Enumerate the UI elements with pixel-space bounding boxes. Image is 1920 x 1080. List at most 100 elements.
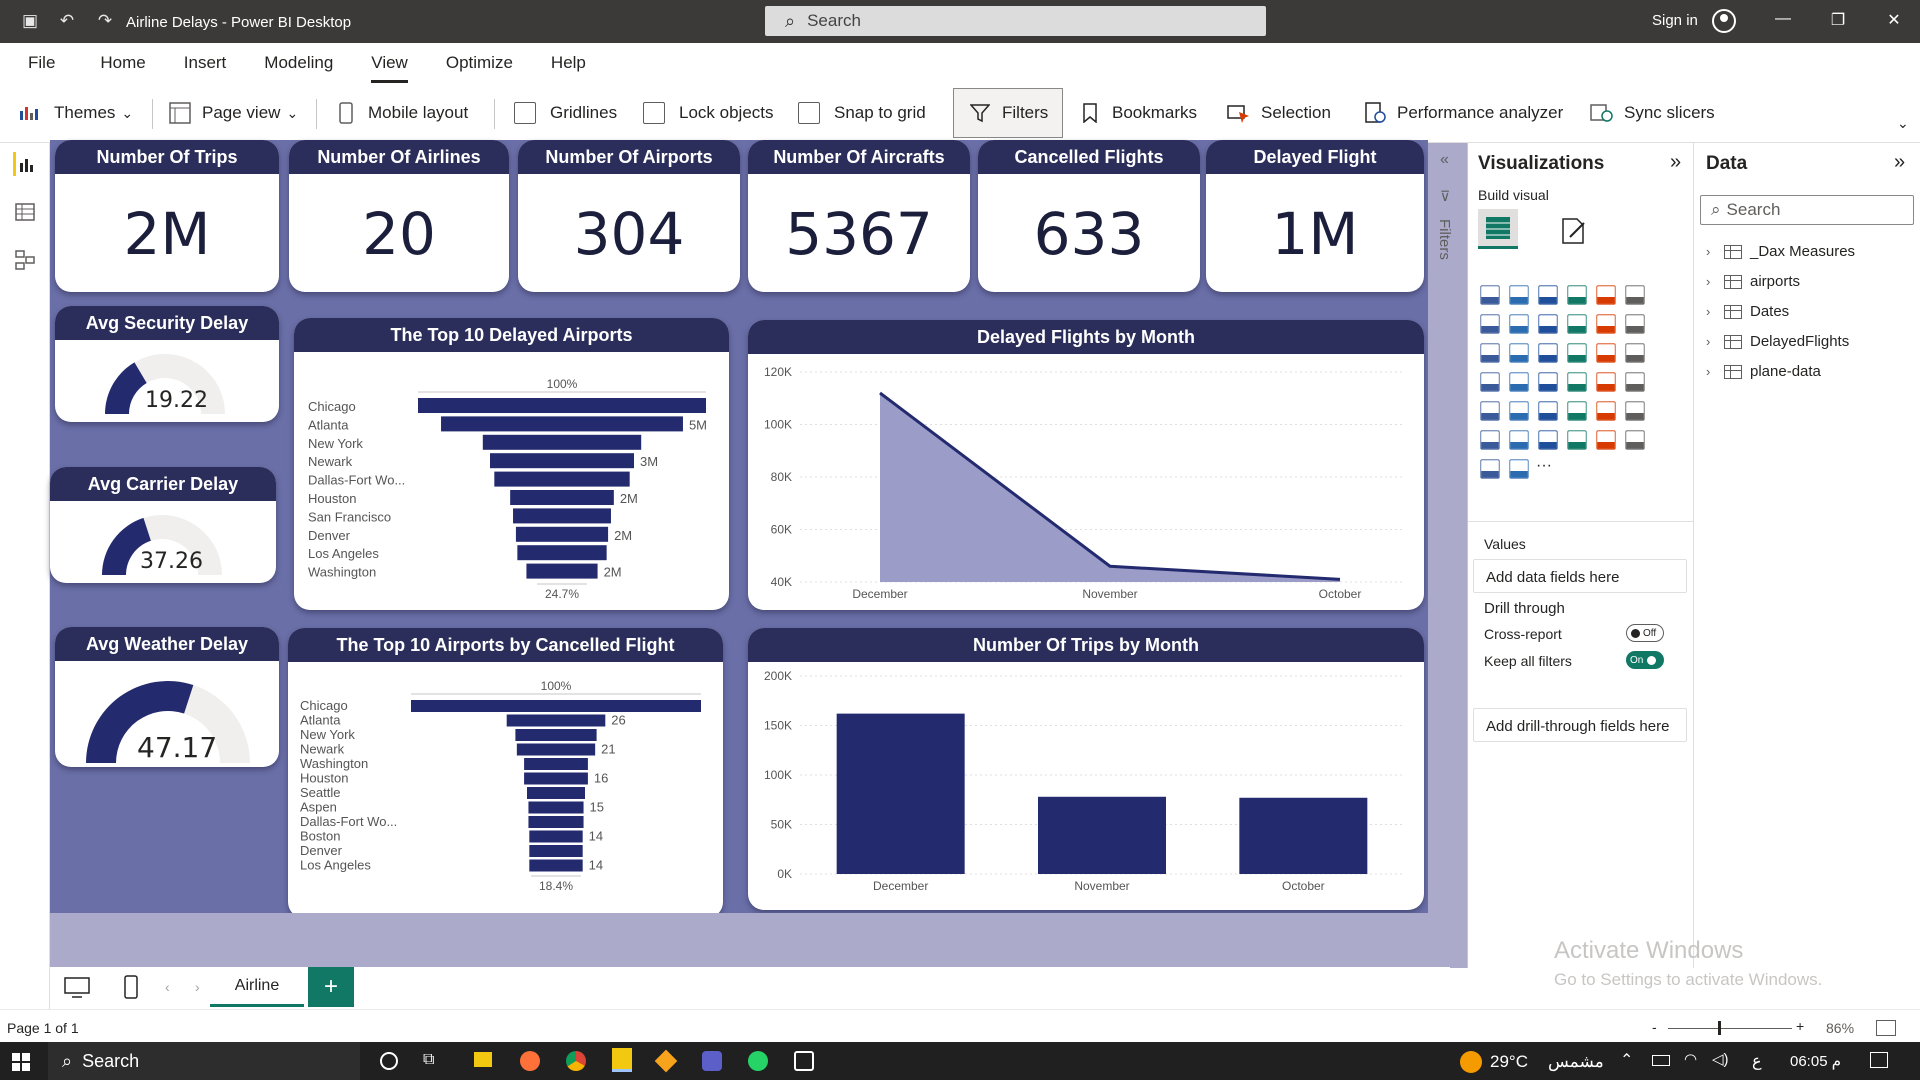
column-bar[interactable] (1038, 796, 1166, 874)
column-bar[interactable] (1239, 797, 1368, 874)
more-icon[interactable]: ··· (1536, 457, 1560, 481)
qa-icon[interactable] (1509, 430, 1529, 450)
input-language[interactable]: ع (1752, 1051, 1762, 1071)
funnel-bar[interactable] (524, 772, 588, 785)
cross-report-toggle[interactable]: Off (1626, 624, 1664, 642)
drill-through-dropzone[interactable]: Add drill-through fields here (1473, 708, 1687, 742)
kpi-card-delayed[interactable]: Delayed Flight 1M (1206, 140, 1424, 292)
battery-icon[interactable] (1652, 1055, 1670, 1066)
zoom-in-icon[interactable]: + (1796, 1018, 1804, 1034)
funnel-bar[interactable] (418, 398, 706, 413)
funnel-bar[interactable] (482, 434, 642, 450)
account-icon[interactable] (1712, 9, 1736, 33)
performance-analyzer-button[interactable]: Performance analyzer (1363, 97, 1563, 129)
stacked-column-icon[interactable] (1509, 285, 1529, 305)
stacked-area-icon[interactable] (1538, 314, 1558, 334)
desktop-layout-icon[interactable] (64, 977, 90, 1004)
funnel-bar[interactable] (517, 545, 607, 561)
zoom-thumb[interactable] (1718, 1021, 1721, 1035)
zoom-out-icon[interactable]: - (1652, 1019, 1657, 1035)
power-apps-icon[interactable] (1625, 430, 1645, 450)
zoom-slider[interactable] (1668, 1028, 1792, 1029)
prev-page-icon[interactable]: ‹ (165, 979, 170, 995)
scatter-icon[interactable] (1509, 343, 1529, 363)
close-button[interactable]: ✕ (1871, 10, 1917, 34)
file-explorer-icon[interactable] (474, 1052, 492, 1067)
table-item[interactable]: › DelayedFlights (1706, 333, 1849, 350)
table-item[interactable]: › airports (1706, 273, 1800, 290)
treemap-icon[interactable] (1596, 343, 1616, 363)
gauge-card-weather[interactable]: Avg Weather Delay 47.17 (55, 627, 279, 767)
funnel-bar[interactable] (515, 729, 597, 741)
menu-optimize[interactable]: Optimize (446, 53, 513, 73)
python-visual-icon[interactable] (1596, 401, 1616, 421)
menu-file[interactable]: File (28, 53, 55, 73)
funnel-bar[interactable] (515, 526, 609, 542)
area-icon[interactable] (1509, 314, 1529, 334)
menu-help[interactable]: Help (551, 53, 586, 73)
model-view-icon[interactable] (13, 248, 37, 272)
kpi-card-airlines[interactable]: Number Of Airlines 20 (289, 140, 509, 292)
100-column-icon[interactable] (1625, 285, 1645, 305)
bookmarks-button[interactable]: Bookmarks (1078, 97, 1197, 129)
table-item[interactable]: › Dates (1706, 303, 1789, 320)
funnel-bar[interactable] (528, 816, 584, 828)
filled-map-icon[interactable] (1480, 372, 1500, 392)
funnel-bar[interactable] (516, 743, 596, 756)
line-column-icon[interactable] (1567, 314, 1587, 334)
taskbar-search[interactable]: ⌕ Search (48, 1042, 360, 1080)
funnel-bar[interactable] (529, 859, 583, 872)
column-trips-by-month[interactable]: Number Of Trips by Month 200K 150K 100K 50K… (748, 628, 1424, 910)
funnel-cancelled-airports[interactable]: The Top 10 Airports by Cancelled Flight … (288, 628, 723, 918)
sign-in-link[interactable]: Sign in (1652, 12, 1698, 29)
add-page-button[interactable]: + (308, 967, 354, 1007)
gauge-card-security[interactable]: Avg Security Delay 19.22 (55, 306, 279, 422)
card-icon[interactable] (1567, 372, 1587, 392)
decomposition-tree-icon[interactable] (1480, 430, 1500, 450)
whatsapp-icon[interactable] (748, 1051, 768, 1071)
funnel-bar[interactable] (529, 830, 583, 843)
mobile-layout-icon[interactable] (124, 975, 138, 1004)
kpi-card-airports[interactable]: Number Of Airports 304 (518, 140, 740, 292)
notifications-icon[interactable] (1870, 1052, 1888, 1068)
donut-icon[interactable] (1567, 343, 1587, 363)
menu-insert[interactable]: Insert (184, 53, 227, 73)
cortana-icon[interactable] (380, 1052, 398, 1070)
kpi-icon[interactable] (1625, 372, 1645, 392)
firefox-icon[interactable] (520, 1051, 540, 1071)
teams-icon[interactable] (702, 1051, 722, 1071)
wifi-icon[interactable]: ◠ (1684, 1050, 1697, 1068)
clustered-column-icon[interactable] (1567, 285, 1587, 305)
collapse-icon[interactable]: » (1670, 151, 1681, 174)
app-icon[interactable] (654, 1049, 678, 1073)
funnel-bar[interactable] (527, 787, 585, 799)
map-icon[interactable] (1625, 343, 1645, 363)
line-icon[interactable] (1480, 314, 1500, 334)
funnel-bar[interactable] (528, 801, 584, 814)
gauge-card-carrier[interactable]: Avg Carrier Delay 37.26 (50, 467, 276, 583)
100-bar-icon[interactable] (1596, 285, 1616, 305)
slicer-icon[interactable] (1480, 401, 1500, 421)
chrome-icon[interactable] (566, 1051, 586, 1071)
undo-icon[interactable]: ↶ (55, 9, 79, 33)
values-dropzone[interactable]: Add data fields here (1473, 559, 1687, 593)
clock[interactable]: 06:05 م (1790, 1052, 1841, 1070)
kpi-card-cancelled[interactable]: Cancelled Flights 633 (978, 140, 1200, 292)
kpi-card-trips[interactable]: Number Of Trips 2M (55, 140, 279, 292)
metrics-icon[interactable] (1596, 430, 1616, 450)
menu-view[interactable]: View (371, 53, 408, 83)
table-view-icon[interactable] (13, 200, 37, 224)
funnel-bar[interactable] (524, 758, 588, 770)
funnel-bar[interactable] (441, 416, 683, 432)
next-page-icon[interactable]: › (195, 979, 200, 995)
area-delayed-by-month[interactable]: Delayed Flights by Month 120K 100K 80K 60K 4… (748, 320, 1424, 610)
funnel-delayed-airports[interactable]: The Top 10 Delayed Airports 100% Chicago A… (294, 318, 729, 610)
minimize-button[interactable]: — (1760, 10, 1806, 34)
column-bar[interactable] (836, 713, 965, 874)
save-icon[interactable]: ▣ (18, 9, 42, 33)
build-visual-tab[interactable] (1478, 209, 1518, 249)
funnel-bar[interactable] (411, 700, 701, 712)
collapse-icon[interactable]: » (1894, 151, 1905, 174)
power-automate-icon[interactable] (1480, 459, 1500, 479)
ribbon-icon[interactable] (1596, 314, 1616, 334)
